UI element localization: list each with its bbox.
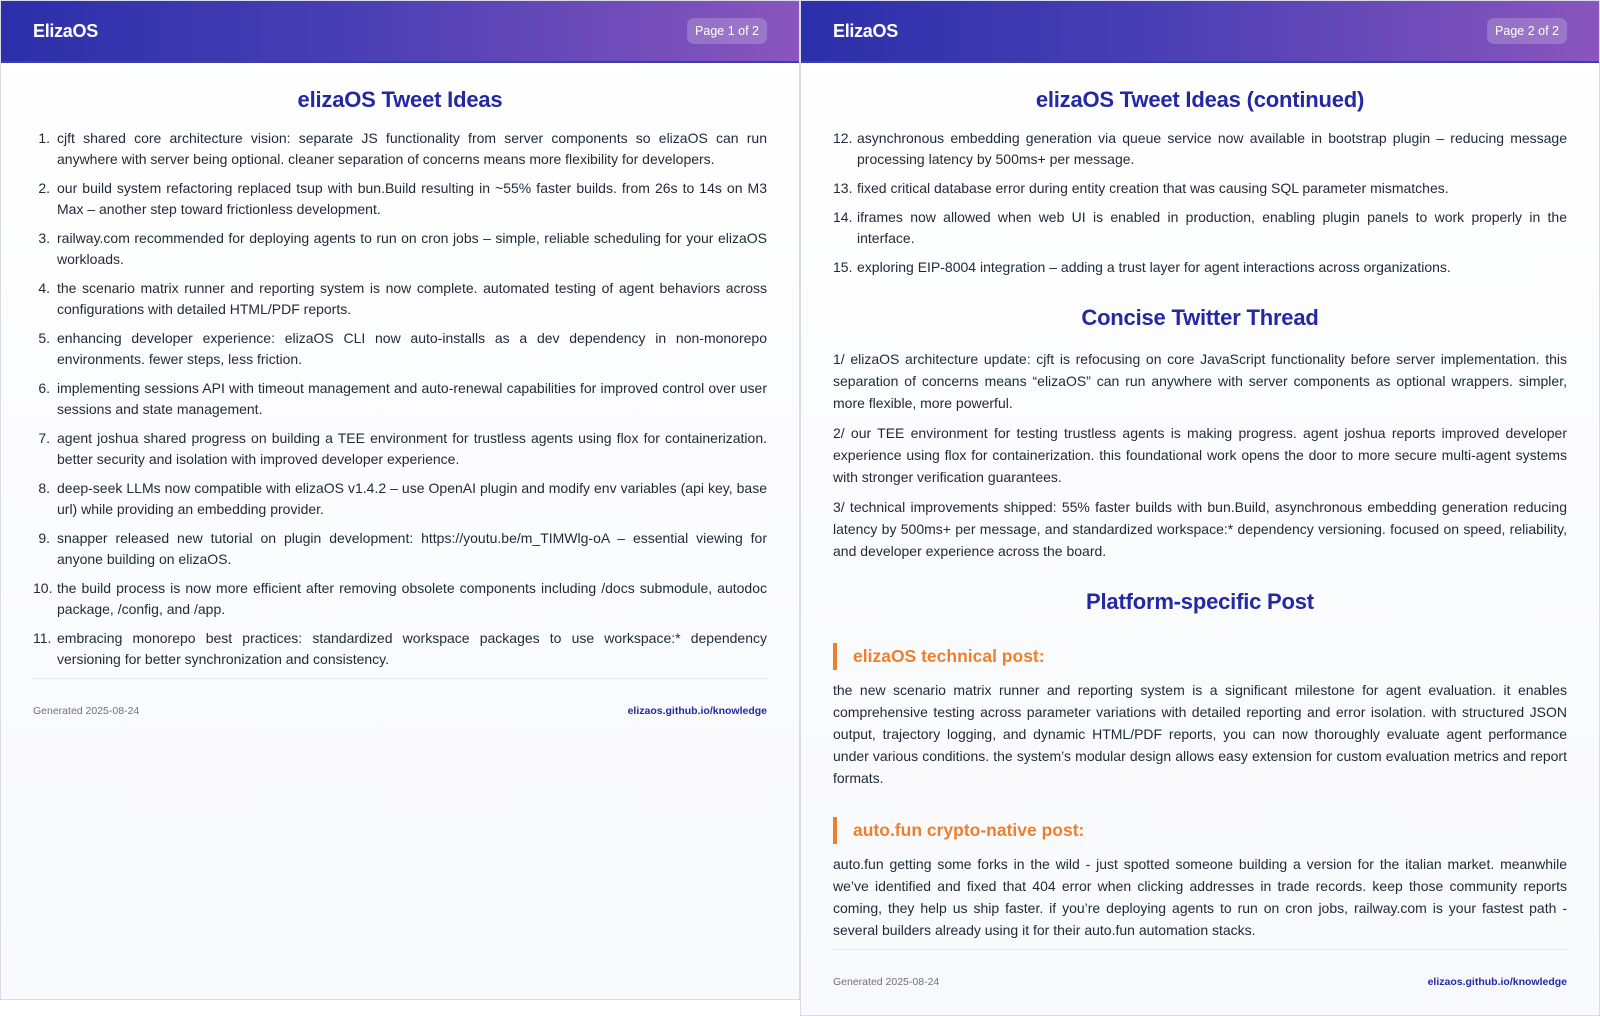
tweet-ideas-list-continued: 12. asynchronous embedding generation via…: [833, 128, 1567, 278]
item-number: 9.: [38, 530, 50, 546]
item-number: 2.: [38, 180, 50, 196]
crypto-post-heading: auto.fun crypto-native post:: [833, 817, 1567, 844]
item-text: asynchronous embedding generation via qu…: [857, 130, 1567, 167]
item-text: deep-seek LLMs now compatible with eliza…: [57, 480, 767, 517]
item-text: iframes now allowed when web UI is enabl…: [857, 209, 1567, 246]
page-content: elizaOS Tweet Ideas 1. cjft shared core a…: [1, 63, 799, 717]
item-number: 15.: [833, 259, 853, 275]
list-item: 2. our build system refactoring replaced …: [33, 178, 767, 220]
list-item: 15. exploring EIP-8004 integration – addi…: [833, 257, 1567, 278]
list-item: 4. the scenario matrix runner and reporti…: [33, 278, 767, 320]
page-header: ElizaOS Page 1 of 2: [1, 1, 799, 63]
tweet-ideas-list: 1. cjft shared core architecture vision: …: [33, 128, 767, 670]
item-text: enhancing developer experience: elizaOS …: [57, 330, 767, 367]
item-number: 10.: [33, 580, 53, 596]
list-item: 14. iframes now allowed when web UI is en…: [833, 207, 1567, 249]
item-number: 11.: [33, 630, 52, 646]
page-footer: Generated 2025-08-24 elizaos.github.io/k…: [833, 949, 1567, 988]
list-item: 6. implementing sessions API with timeout…: [33, 378, 767, 420]
page-title: elizaOS Tweet Ideas (continued): [1035, 87, 1365, 112]
document-page-2: ElizaOS Page 2 of 2 elizaOS Tweet Ideas …: [800, 0, 1600, 1016]
item-text: agent joshua shared progress on building…: [57, 430, 767, 467]
thread-section-title: Concise Twitter Thread: [1081, 305, 1319, 330]
list-item: 1. cjft shared core architecture vision: …: [33, 128, 767, 170]
page-content: elizaOS Tweet Ideas (continued) 12. async…: [801, 63, 1599, 988]
technical-post-heading: elizaOS technical post:: [833, 643, 1567, 670]
page-number-badge: Page 1 of 2: [687, 18, 767, 44]
page-header: ElizaOS Page 2 of 2: [801, 1, 1599, 63]
platform-section-title: Platform-specific Post: [1086, 589, 1314, 614]
item-text: our build system refactoring replaced ts…: [57, 180, 767, 217]
list-item: 9. snapper released new tutorial on plugi…: [33, 528, 767, 570]
item-number: 13.: [833, 180, 853, 196]
item-text: snapper released new tutorial on plugin …: [57, 530, 767, 567]
item-number: 3.: [38, 230, 50, 246]
item-number: 12.: [833, 130, 853, 146]
brand-logo: ElizaOS: [833, 20, 898, 41]
item-text: embracing monorepo best practices: stand…: [57, 630, 767, 667]
knowledge-link[interactable]: elizaos.github.io/knowledge: [1428, 976, 1567, 988]
list-item: 7. agent joshua shared progress on buildi…: [33, 428, 767, 470]
item-number: 1.: [38, 130, 50, 146]
thread-post-3: 3/ technical improvements shipped: 55% f…: [833, 499, 1567, 559]
list-item: 8. deep-seek LLMs now compatible with eli…: [33, 478, 767, 520]
list-item: 5. enhancing developer experience: elizaO…: [33, 328, 767, 370]
list-item: 10. the build process is now more efficie…: [33, 578, 767, 620]
knowledge-link[interactable]: elizaos.github.io/knowledge: [628, 705, 767, 717]
document-page-1: ElizaOS Page 1 of 2 elizaOS Tweet Ideas …: [0, 0, 800, 1000]
page-title: elizaOS Tweet Ideas: [297, 87, 503, 112]
list-item: 11. embracing monorepo best practices: st…: [33, 628, 767, 670]
generated-date: Generated 2025-08-24: [833, 976, 940, 988]
thread-post-2: 2/ our TEE environment for testing trust…: [833, 425, 1567, 485]
item-number: 14.: [833, 209, 853, 225]
item-number: 4.: [38, 280, 50, 296]
crypto-post-body: auto.fun getting some forks in the wild …: [833, 856, 1567, 938]
page-number-badge: Page 2 of 2: [1487, 18, 1567, 44]
list-item: 12. asynchronous embedding generation via…: [833, 128, 1567, 170]
list-item: 13. fixed critical database error during …: [833, 178, 1567, 199]
item-text: fixed critical database error during ent…: [857, 180, 1449, 196]
item-number: 6.: [38, 380, 50, 396]
item-text: exploring EIP-8004 integration – adding …: [857, 259, 1451, 275]
generated-date: Generated 2025-08-24: [33, 705, 140, 717]
item-text: the scenario matrix runner and reporting…: [57, 280, 767, 317]
item-number: 7.: [38, 430, 50, 446]
item-text: the build process is now more efficient …: [57, 580, 767, 617]
item-text: implementing sessions API with timeout m…: [57, 380, 767, 417]
item-number: 8.: [38, 480, 50, 496]
item-text: cjft shared core architecture vision: se…: [57, 130, 767, 167]
brand-logo: ElizaOS: [33, 20, 98, 41]
thread-post-1: 1/ elizaOS architecture update: cjft is …: [833, 351, 1567, 411]
item-text: railway.com recommended for deploying ag…: [57, 230, 767, 267]
item-number: 5.: [38, 330, 50, 346]
page-footer: Generated 2025-08-24 elizaos.github.io/k…: [33, 678, 767, 717]
list-item: 3. railway.com recommended for deploying …: [33, 228, 767, 270]
technical-post-body: the new scenario matrix runner and repor…: [833, 682, 1567, 786]
